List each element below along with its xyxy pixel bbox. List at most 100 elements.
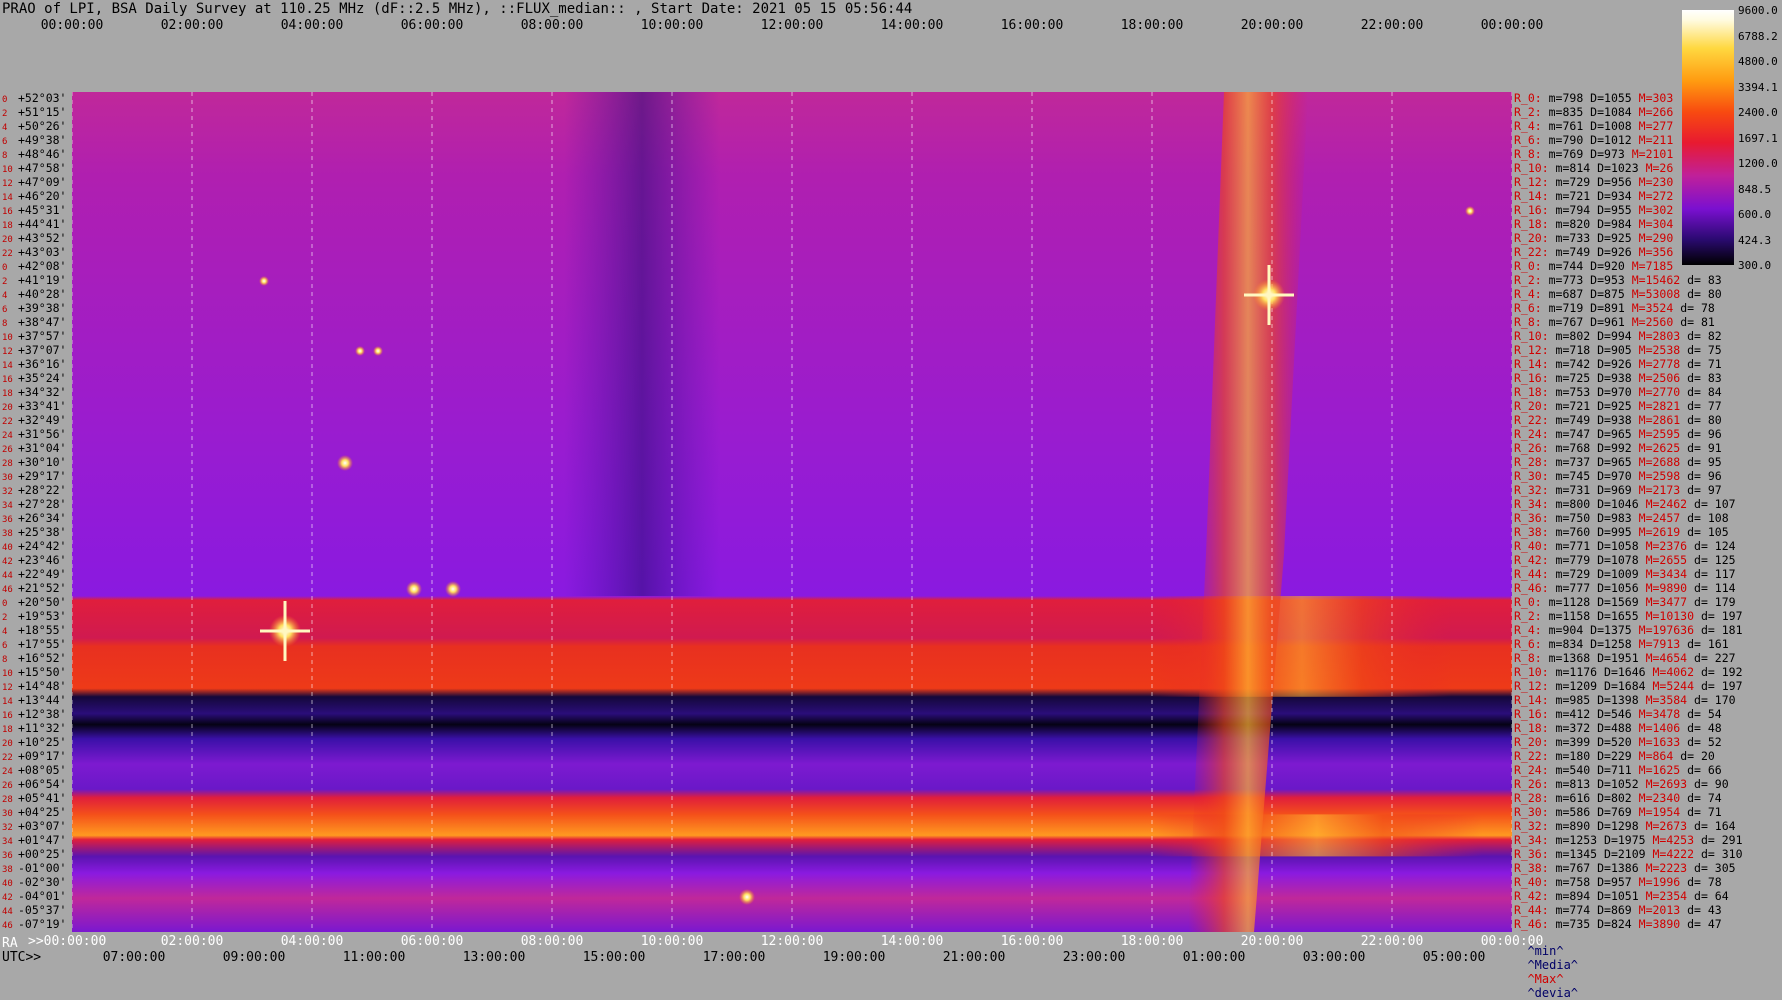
row-min: m=180 [1548,749,1591,763]
row-min: m=749 [1548,245,1591,259]
utc-tick-label: 13:00:00 [462,950,526,965]
row-min: m=721 [1548,189,1591,203]
row-stat: R_24: m=747 D=965 M=2595 d= 96 [1514,428,1722,440]
dec-value: +23°46' [18,553,67,567]
ra-tick-label: 12:00:00 [760,934,824,949]
row-median: D=1052 [1590,777,1639,791]
row-name: R_8: [1514,651,1542,665]
colorbar-tick-label: 2400.0 [1738,106,1778,119]
row-max: M=2693 [1638,777,1688,791]
row-name: R_6: [1514,637,1542,651]
dec-value: +28°22' [18,483,67,497]
dec-value: +13°44' [18,693,67,707]
row-stat: R_36: m=1345 D=2109 M=4222 d= 310 [1514,848,1743,860]
row-devia: d= 117 [1687,567,1736,581]
row-stat: R_16: m=725 D=938 M=2506 d= 83 [1514,372,1722,384]
row-name: R_12: [1514,679,1549,693]
dec-index: 6 [2,305,8,315]
row-max: M=7185 [1624,259,1674,273]
row-median: D=1258 [1583,637,1632,651]
row-stat: R_46: m=735 D=824 M=3890 d= 47 [1514,918,1722,930]
row-stat: R_22: m=749 D=938 M=2861 d= 80 [1514,413,1722,427]
row-median: D=926 [1590,357,1632,371]
row-min: m=586 [1548,805,1591,819]
row-max: M=2457 [1631,511,1681,525]
dec-value: +22°49' [18,567,67,581]
footer-median: ^Media^ [1527,958,1579,972]
row-min: m=687 [1541,287,1584,301]
row-devia: d= 66 [1680,763,1722,777]
ra-axis-label: RA [2,936,18,951]
row-name: R_2: [1514,609,1542,623]
row-min: m=753 [1548,385,1591,399]
row-median: D=1009 [1590,567,1639,581]
dec-value: +08°05' [18,763,67,777]
row-max: M=2821 [1631,399,1681,413]
row-devia: d= 227 [1687,651,1736,665]
dec-index: 4 [2,627,8,637]
dec-value: +51°15' [18,105,67,119]
hot-spot [373,346,383,356]
row-min: m=769 [1541,147,1584,161]
row-min: m=616 [1548,791,1591,805]
row-max: M=7913 [1631,637,1681,651]
dec-value: -07°19' [18,917,67,931]
row-median: D=970 [1590,469,1632,483]
dec-index: 18 [2,221,13,231]
row-stat: R_4: m=761 D=1008 M=277 [1514,119,1673,133]
row-devia: d= 197 [1694,609,1743,623]
row-max: M=3477 [1638,595,1688,609]
dec-index: 28 [2,795,13,805]
row-median: D=973 [1583,147,1625,161]
dec-index: 26 [2,781,13,791]
row-min: m=771 [1548,539,1591,553]
dec-value: +33°41' [18,399,67,413]
dec-index: 40 [2,543,13,553]
dec-value: +40°28' [18,287,67,301]
dec-value: +37°57' [18,329,67,343]
row-min: m=790 [1541,133,1584,147]
row-stat: R_2: m=1158 D=1655 M=10130 d= 197 [1514,609,1743,623]
row-name: R_30: [1514,469,1549,483]
row-min: m=737 [1548,455,1591,469]
row-max: M=230 [1631,175,1674,189]
dec-index: 34 [2,501,13,511]
row-median: D=926 [1590,245,1632,259]
row-min: m=731 [1548,483,1591,497]
row-name: R_14: [1514,693,1549,707]
row-min: m=721 [1548,399,1591,413]
cool-trough [564,92,720,596]
row-median: D=1055 [1583,91,1632,105]
row-median: D=957 [1590,875,1632,889]
row-max: M=2598 [1631,469,1681,483]
row-min: m=1209 [1548,679,1598,693]
dec-index: 46 [2,585,13,595]
row-median: D=546 [1590,707,1632,721]
row-median: D=711 [1590,763,1632,777]
row-min: m=749 [1548,413,1591,427]
dec-index: 44 [2,907,13,917]
row-median: D=802 [1590,791,1632,805]
row-median: D=520 [1590,735,1632,749]
row-devia: d= 75 [1680,343,1722,357]
row-max: M=4654 [1638,651,1688,665]
chart-title: PRAO of LPI, BSA Daily Survey at 110.25 … [2,1,913,17]
row-max: M=2376 [1638,539,1688,553]
row-name: R_18: [1514,721,1549,735]
utc-tick-label: 03:00:00 [1302,950,1366,965]
row-name: R_4: [1514,119,1542,133]
dec-index: 2 [2,109,8,119]
row-devia: d= 192 [1694,665,1743,679]
dec-index: 14 [2,361,13,371]
dec-index: 0 [2,95,8,105]
top-tick-label: 08:00:00 [520,18,584,33]
dec-index: 10 [2,333,13,343]
row-max: M=1954 [1631,805,1681,819]
row-max: M=303 [1631,91,1674,105]
row-min: m=733 [1548,231,1591,245]
heatmap-area [72,92,1512,932]
row-median: D=1058 [1590,539,1639,553]
row-median: D=1569 [1590,595,1639,609]
dec-value: +45°31' [18,203,67,217]
row-devia: d= 48 [1680,721,1722,735]
